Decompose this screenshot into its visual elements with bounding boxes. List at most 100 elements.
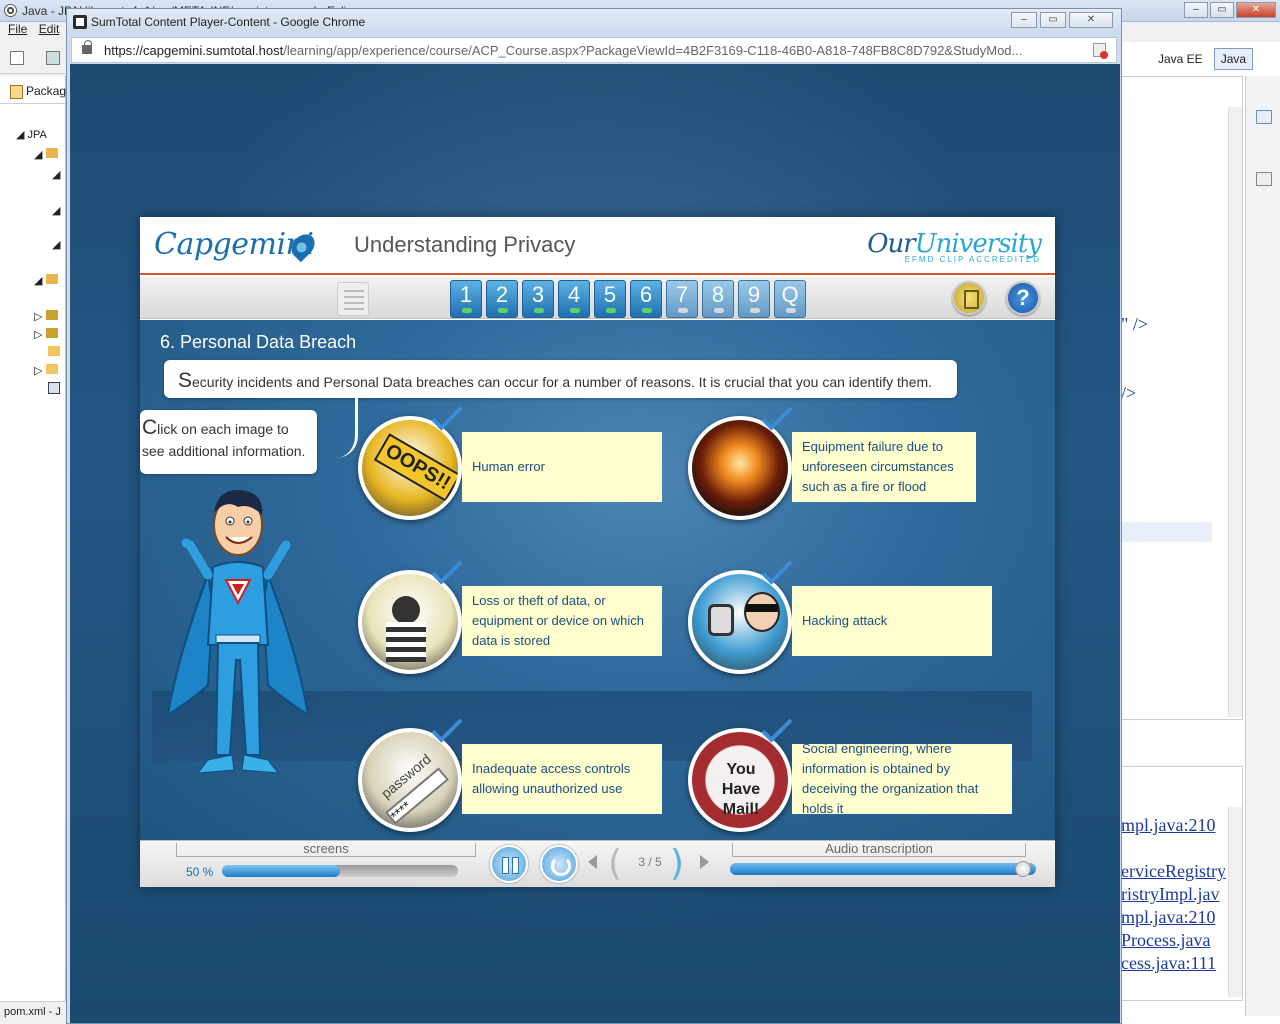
url-text[interactable]: https://capgemini.sumtotal.host/learning… (104, 43, 1084, 58)
tree-item[interactable]: ▷ (34, 364, 58, 380)
course-player: Capgemini Understanding Privacy OurUnive… (140, 217, 1055, 887)
minimize-icon[interactable]: – (1184, 2, 1208, 18)
close-icon[interactable]: ✕ (1069, 12, 1113, 28)
visited-indicator-icon (498, 308, 508, 313)
perspective-java[interactable]: Java (1213, 48, 1254, 70)
console-link[interactable]: mpl.java:210 (1121, 907, 1215, 928)
screen-counter: 3 / 5 (638, 855, 662, 869)
prev-bracket-icon[interactable]: ( (608, 843, 622, 884)
visited-indicator-icon (570, 308, 580, 313)
console-icon[interactable] (1256, 172, 1272, 186)
tree-item[interactable]: ◢ (52, 168, 60, 184)
minimize-icon[interactable]: – (1011, 12, 1037, 28)
close-icon[interactable]: ✕ (1236, 2, 1276, 18)
breach-item-label[interactable]: Human error (462, 432, 662, 502)
lock-icon (82, 40, 92, 54)
new-icon[interactable] (10, 51, 24, 65)
padlock (708, 604, 734, 636)
tree-item[interactable]: ◢ (52, 238, 60, 254)
tree-root[interactable]: ◢ JPA (16, 128, 47, 144)
menu-file[interactable]: File (8, 22, 27, 36)
next-bracket-icon[interactable]: ) (670, 843, 684, 884)
screen-button-4[interactable]: 4 (558, 280, 590, 318)
burglar-icon[interactable] (358, 570, 462, 674)
oops-sign-icon[interactable]: OOPS!! (358, 416, 462, 520)
screen-button-8[interactable]: 8 (702, 280, 734, 318)
hacker-icon[interactable] (688, 570, 792, 674)
console-scrollbar[interactable] (1228, 807, 1242, 997)
eclipse-menu-bar: File Edit (0, 22, 70, 40)
tree-root-label: JPA (27, 129, 47, 141)
maximize-icon[interactable]: ▭ (1040, 12, 1066, 28)
audio-volume-track[interactable] (730, 861, 1036, 877)
save-icon[interactable] (46, 51, 60, 65)
glossary-icon[interactable] (952, 281, 986, 315)
tree-item[interactable]: ▷ (34, 310, 58, 326)
extension-icon[interactable] (1093, 43, 1108, 59)
screen-button-7[interactable]: 7 (666, 280, 698, 318)
breach-item-label[interactable]: Equipment failure due to unforeseen circ… (792, 432, 976, 502)
next-arrow-icon[interactable] (700, 855, 709, 869)
intro-speech-bubble: Security incidents and Personal Data bre… (164, 360, 957, 398)
intro-initial: S (178, 369, 193, 392)
audio-volume-knob[interactable] (1014, 861, 1031, 877)
oops-text: OOPS!! (373, 433, 458, 502)
match-flame-icon[interactable] (688, 416, 792, 520)
console-link[interactable]: ristryImpl.jav (1121, 884, 1219, 905)
console-link[interactable]: mpl.java:210 (1121, 815, 1215, 836)
perspective-java-ee[interactable]: Java EE (1151, 48, 1210, 70)
menu-list-icon[interactable] (337, 282, 369, 316)
visited-indicator-icon (786, 308, 796, 313)
course-title: Understanding Privacy (354, 232, 576, 257)
screen-button-5[interactable]: 5 (594, 280, 626, 318)
hint-text: lick on each image to see additional inf… (142, 421, 306, 459)
tree-item[interactable]: ◢ (34, 148, 58, 164)
speech-tail (336, 398, 358, 458)
tree-item[interactable]: ◢ (52, 204, 60, 220)
breach-item-label[interactable]: Hacking attack (792, 586, 992, 656)
tree-item[interactable] (48, 346, 60, 362)
editor-scrollbar[interactable] (1228, 107, 1242, 717)
eclipse-status-bar: pom.xml - J (0, 1001, 70, 1024)
chrome-title-bar: SumTotal Content Player-Content - Google… (67, 9, 1121, 35)
visited-indicator-icon (534, 308, 544, 313)
password-field-icon[interactable]: password **** (358, 728, 462, 832)
audio-transcription-label[interactable]: Audio transcription (732, 842, 1026, 857)
console-link[interactable]: Process.java (1121, 930, 1210, 951)
screen-button-1[interactable]: 1 (450, 280, 482, 318)
hacker-face (744, 592, 780, 632)
help-button[interactable]: ? (1006, 281, 1040, 315)
outline-icon[interactable] (1256, 110, 1272, 124)
editor-highlight-line (1122, 522, 1212, 542)
package-explorer-tab[interactable]: Packag (0, 76, 66, 104)
eclipse-app-icon (4, 4, 17, 17)
prev-arrow-icon[interactable] (588, 855, 597, 869)
tree-item[interactable]: ▷ (34, 328, 58, 344)
screens-label[interactable]: screens (176, 842, 476, 857)
breach-item-label[interactable]: Social engineering, where information is… (792, 741, 1012, 816)
console-link[interactable]: cess.java:111 (1121, 953, 1216, 974)
visited-indicator-icon (714, 308, 724, 313)
tree-item[interactable]: ◢ (34, 274, 58, 290)
url-host: https://capgemini.sumtotal.host (104, 43, 284, 58)
screen-number: 7 (675, 282, 689, 307)
address-bar[interactable]: https://capgemini.sumtotal.host/learning… (71, 37, 1117, 63)
screen-button-9[interactable]: 9 (738, 280, 770, 318)
screen-button-2[interactable]: 2 (486, 280, 518, 318)
screen-number: 1 (459, 282, 473, 307)
package-explorer: Packag ◢ JPA ◢ ◢ ◢ ◢ ◢ ▷ ▷ ▷ (0, 76, 66, 1001)
console-link[interactable]: erviceRegistry (1121, 861, 1226, 882)
tree-item[interactable] (48, 382, 60, 398)
pause-button[interactable] (490, 845, 528, 883)
you-have-mail-icon[interactable]: You Have Mail! (688, 728, 792, 832)
screen-button-q[interactable]: Q (774, 280, 806, 318)
breach-item-label[interactable]: Loss or theft of data, or equipment or d… (462, 586, 662, 656)
replay-button[interactable] (540, 845, 578, 883)
perspective-switcher: Java EE Java (1121, 46, 1254, 72)
editor-panel (1121, 76, 1243, 720)
screen-button-3[interactable]: 3 (522, 280, 554, 318)
screen-button-6[interactable]: 6 (630, 280, 662, 318)
maximize-icon[interactable]: ▭ (1210, 2, 1234, 18)
breach-item-label[interactable]: Inadequate access controls allowing unau… (462, 744, 662, 814)
menu-edit[interactable]: Edit (39, 22, 60, 36)
